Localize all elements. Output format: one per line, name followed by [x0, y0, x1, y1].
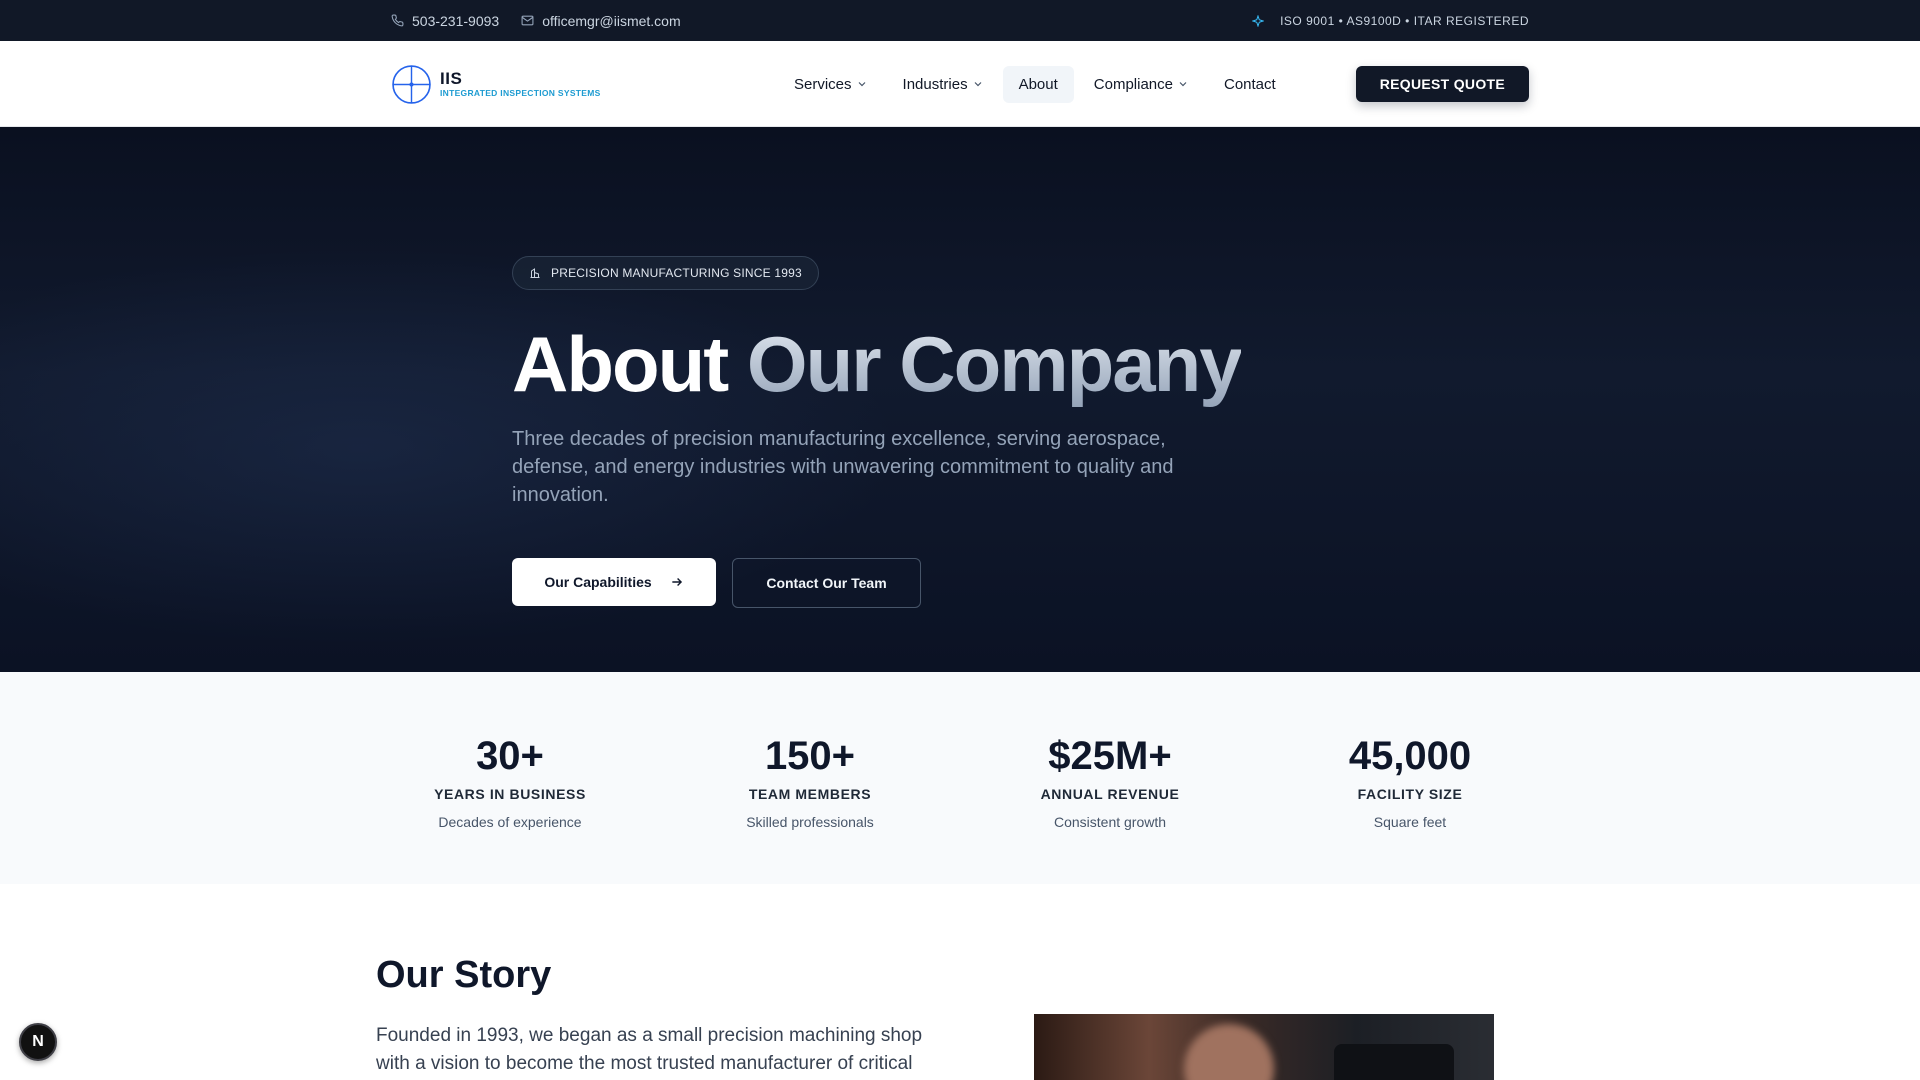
nav-label: Services	[794, 75, 852, 93]
building-icon	[530, 268, 540, 278]
title-part-2: Our Company	[746, 320, 1243, 408]
stat-label: YEARS IN BUSINESS	[434, 786, 586, 802]
stat-revenue: $25M+ ANNUAL REVENUE Consistent growth	[960, 732, 1260, 830]
nav-item-industries[interactable]: Industries	[887, 66, 999, 103]
stat-team: 150+ TEAM MEMBERS Skilled professionals	[660, 732, 960, 830]
email-address: officemgr@iismet.com	[542, 12, 681, 29]
certifications-text: ISO 9001 • AS9100D • ITAR REGISTERED	[1280, 13, 1529, 28]
request-quote-button[interactable]: REQUEST QUOTE	[1355, 66, 1529, 102]
dev-tools-badge[interactable]: N	[19, 1023, 57, 1061]
nav-item-services[interactable]: Services	[778, 66, 883, 103]
nav-item-compliance[interactable]: Compliance	[1078, 66, 1204, 103]
phone-link[interactable]: 503-231-9093	[391, 13, 499, 29]
main-nav: Services Industries About Compliance Con…	[778, 65, 1292, 103]
nav-label: Compliance	[1093, 75, 1173, 93]
stat-value: 45,000	[1348, 734, 1472, 778]
stat-subtext: Square feet	[1373, 814, 1447, 830]
nav-item-about[interactable]: About	[1002, 65, 1074, 103]
stats-section: 30+ YEARS IN BUSINESS Decades of experie…	[0, 672, 1920, 884]
stat-years: 30+ YEARS IN BUSINESS Decades of experie…	[360, 732, 660, 830]
chevron-down-icon	[1179, 82, 1187, 87]
site-header: IIS INTEGRATED INSPECTION SYSTEMS Servic…	[0, 41, 1920, 127]
arrow-right-icon	[672, 578, 682, 586]
stat-value: 30+	[476, 734, 544, 778]
nav-item-contact[interactable]: Contact	[1208, 66, 1292, 103]
stat-facility: 45,000 FACILITY SIZE Square feet	[1260, 732, 1560, 830]
logo-abbreviation: IIS	[440, 69, 463, 88]
stat-subtext: Consistent growth	[1053, 814, 1167, 830]
stat-label: ANNUAL REVENUE	[1040, 786, 1180, 802]
chevron-down-icon	[858, 82, 865, 87]
stat-label: TEAM MEMBERS	[748, 786, 872, 802]
hero-badge: PRECISION MANUFACTURING SINCE 1993	[512, 256, 819, 290]
crosshair-logo-icon	[392, 64, 431, 104]
sparkle-icon	[1252, 14, 1265, 27]
stat-value: 150+	[764, 734, 856, 778]
image-detail	[1184, 1024, 1274, 1080]
page-title: About Our Company	[512, 315, 1243, 413]
button-label: Our Capabilities	[544, 574, 652, 590]
stat-subtext: Decades of experience	[438, 814, 582, 830]
stat-label: FACILITY SIZE	[1357, 786, 1463, 802]
contact-team-button[interactable]: Contact Our Team	[732, 558, 921, 608]
email-link[interactable]: officemgr@iismet.com	[521, 12, 681, 29]
nav-label: About	[1018, 75, 1058, 93]
hero-lead-text: Three decades of precision manufacturing…	[512, 428, 1174, 506]
nav-label: Industries	[902, 75, 968, 93]
phone-icon	[391, 14, 404, 27]
image-detail	[1334, 1044, 1454, 1080]
story-text: Founded in 1993, we began as a small pre…	[376, 1025, 923, 1074]
hero-section: PRECISION MANUFACTURING SINCE 1993 About…	[0, 127, 1920, 672]
phone-number: 503-231-9093	[412, 12, 500, 29]
mail-icon	[521, 14, 534, 27]
title-part-1: About	[512, 320, 729, 408]
top-utility-bar: 503-231-9093 officemgr@iismet.com ISO 90…	[0, 0, 1920, 41]
stat-subtext: Skilled professionals	[746, 814, 874, 830]
chevron-down-icon	[974, 82, 982, 87]
stat-value: $25M+	[1048, 734, 1172, 778]
story-heading: Our Story	[376, 954, 552, 996]
story-image	[1034, 1014, 1494, 1080]
hero-badge-text: PRECISION MANUFACTURING SINCE 1993	[551, 266, 802, 280]
logo-full-name: INTEGRATED INSPECTION SYSTEMS	[440, 88, 601, 98]
our-capabilities-button[interactable]: Our Capabilities	[512, 558, 716, 606]
nav-label: Contact	[1224, 75, 1276, 93]
company-logo[interactable]: IIS INTEGRATED INSPECTION SYSTEMS	[391, 64, 731, 105]
